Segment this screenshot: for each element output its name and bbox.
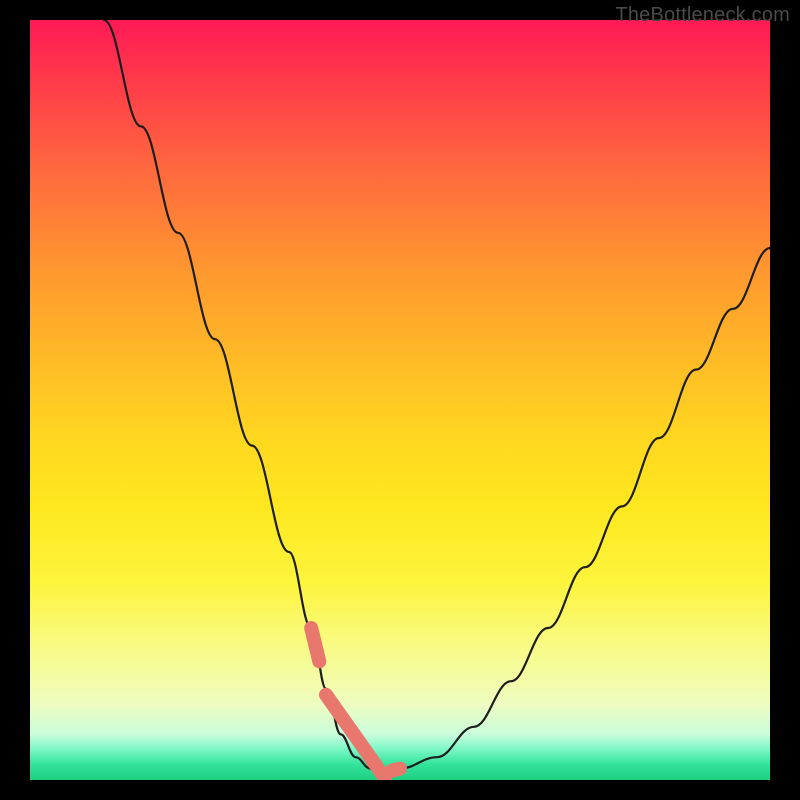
bottleneck-curve bbox=[104, 20, 770, 772]
watermark-text: TheBottleneck.com bbox=[615, 4, 790, 27]
chart-overlay bbox=[30, 20, 770, 780]
chart-frame: TheBottleneck.com bbox=[0, 0, 800, 800]
plot-area bbox=[30, 20, 770, 780]
optimal-range-marker bbox=[311, 628, 400, 778]
